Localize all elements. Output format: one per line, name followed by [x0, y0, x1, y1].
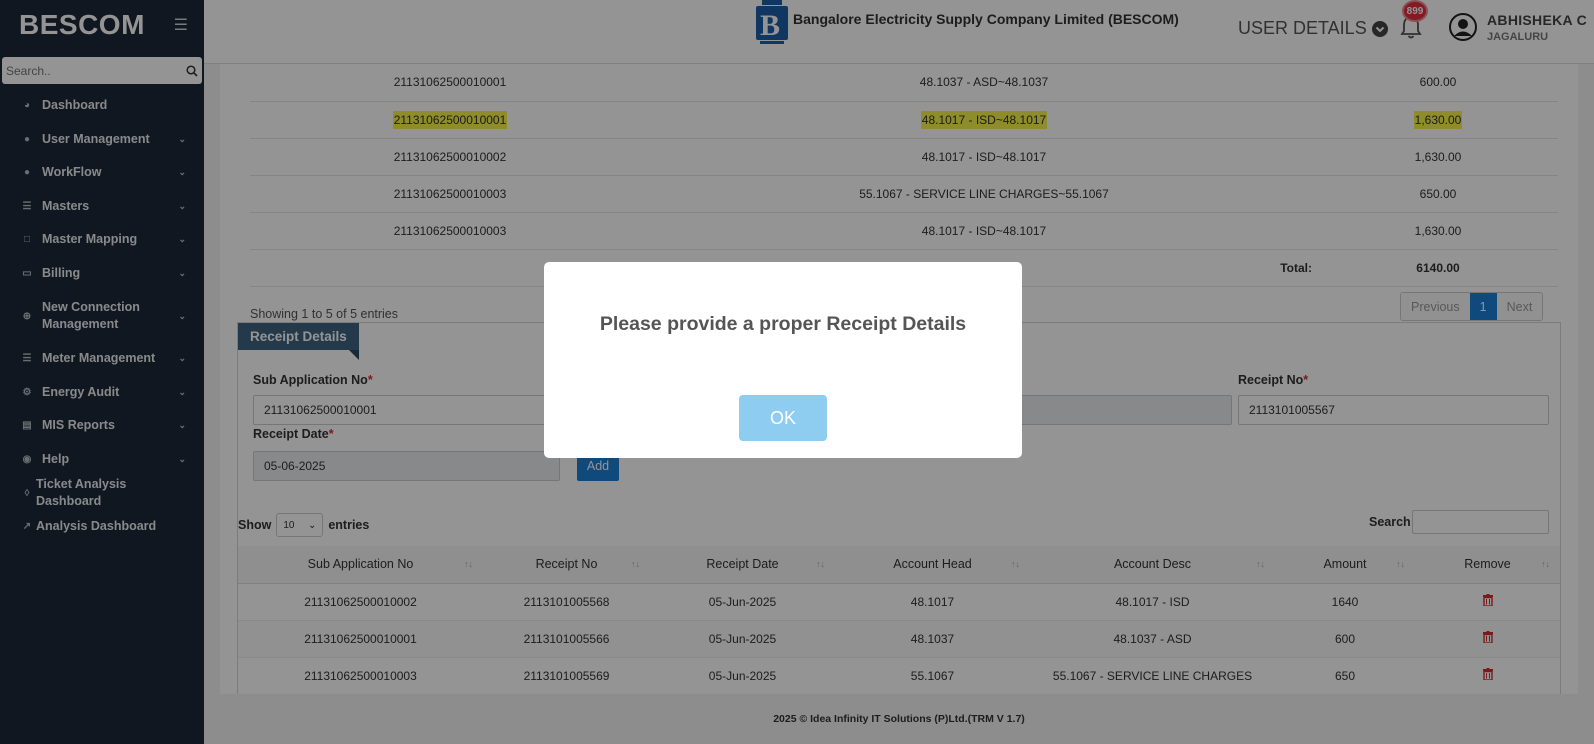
- ok-button[interactable]: OK: [739, 395, 827, 441]
- alert-dialog: Please provide a proper Receipt Details …: [544, 262, 1022, 458]
- modal-backdrop[interactable]: Please provide a proper Receipt Details …: [0, 0, 1594, 744]
- alert-message: Please provide a proper Receipt Details: [599, 313, 967, 335]
